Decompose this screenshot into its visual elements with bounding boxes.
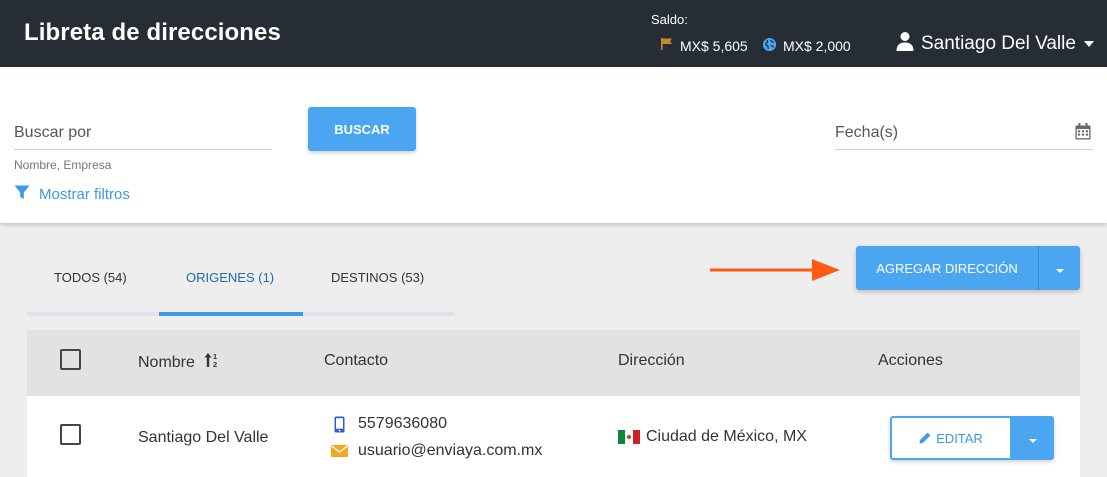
top-navbar: Libreta de direcciones Saldo: MX$ 5,605 … bbox=[0, 0, 1107, 67]
table-header: Nombre 12 Contacto Dirección Acciones bbox=[27, 330, 1080, 396]
edit-label: EDITAR bbox=[936, 430, 983, 446]
arrow-annotation-icon bbox=[710, 258, 840, 287]
contact-phone: 5579636080 bbox=[330, 415, 447, 433]
date-input[interactable] bbox=[835, 124, 1065, 142]
table-row: Santiago Del Valle 5579636080 usuario@en… bbox=[27, 396, 1080, 477]
address-text: Ciudad de México, MX bbox=[646, 428, 807, 445]
search-panel: Nombre, Empresa Mostrar filtros BUSCAR bbox=[0, 67, 1107, 223]
balance-intl-amount: MX$ 2,000 bbox=[783, 38, 851, 54]
edit-button-group: EDITAR bbox=[890, 416, 1054, 460]
column-label: Nombre bbox=[138, 353, 195, 371]
chevron-down-icon bbox=[1083, 41, 1094, 47]
tab-destinos[interactable]: DESTINOS (53) bbox=[331, 270, 424, 285]
pencil-icon bbox=[919, 432, 931, 444]
balance-local: MX$ 5,605 bbox=[660, 37, 748, 54]
mobile-phone-icon bbox=[330, 416, 348, 433]
add-address-button[interactable]: AGREGAR DIRECCIÓN bbox=[856, 246, 1038, 290]
tab-todos[interactable]: TODOS (54) bbox=[54, 270, 127, 285]
balance-local-amount: MX$ 5,605 bbox=[680, 37, 748, 54]
flag-icon bbox=[660, 37, 674, 54]
user-name: Santiago Del Valle bbox=[921, 33, 1076, 54]
filter-icon bbox=[14, 185, 30, 204]
phone-number: 5579636080 bbox=[358, 415, 447, 432]
balance-international: MX$ 2,000 bbox=[762, 37, 851, 55]
contact-email: usuario@enviaya.com.mx bbox=[330, 442, 542, 460]
show-filters-link[interactable]: Mostrar filtros bbox=[14, 185, 130, 204]
contact-address: Ciudad de México, MX bbox=[618, 428, 807, 446]
add-address-dropdown-toggle[interactable] bbox=[1038, 246, 1080, 290]
edit-dropdown-toggle[interactable] bbox=[1012, 416, 1054, 460]
search-input[interactable] bbox=[14, 116, 272, 150]
column-header-direccion: Dirección bbox=[618, 352, 685, 369]
contact-name: Santiago Del Valle bbox=[138, 429, 269, 446]
page-title: Libreta de direcciones bbox=[24, 19, 281, 46]
column-header-contacto: Contacto bbox=[324, 352, 389, 369]
add-address-button-group: AGREGAR DIRECCIÓN bbox=[856, 246, 1080, 290]
active-tab-indicator bbox=[159, 312, 303, 316]
row-checkbox[interactable] bbox=[60, 424, 81, 445]
search-button[interactable]: BUSCAR bbox=[308, 107, 416, 151]
svg-text:2: 2 bbox=[213, 360, 217, 368]
user-menu[interactable]: Santiago Del Valle bbox=[896, 31, 1094, 57]
user-icon bbox=[896, 31, 914, 57]
column-header-nombre[interactable]: Nombre 12 bbox=[138, 352, 222, 373]
envelope-icon bbox=[330, 445, 348, 457]
calendar-icon[interactable] bbox=[1075, 123, 1091, 145]
search-hint: Nombre, Empresa bbox=[14, 158, 112, 172]
date-field[interactable] bbox=[835, 117, 1093, 150]
sort-icon[interactable]: 12 bbox=[204, 352, 222, 373]
globe-icon bbox=[762, 37, 777, 55]
edit-button[interactable]: EDITAR bbox=[890, 416, 1012, 460]
show-filters-label: Mostrar filtros bbox=[39, 186, 130, 203]
address-tabs: TODOS (54) ORIGENES (1) DESTINOS (53) bbox=[27, 246, 455, 316]
email-address: usuario@enviaya.com.mx bbox=[358, 442, 543, 459]
chevron-down-icon bbox=[1055, 268, 1064, 273]
chevron-down-icon bbox=[1029, 438, 1037, 443]
balance-label: Saldo: bbox=[651, 12, 688, 27]
tab-origenes[interactable]: ORIGENES (1) bbox=[186, 270, 274, 285]
column-header-acciones: Acciones bbox=[878, 352, 943, 369]
mexico-flag-icon bbox=[618, 430, 640, 444]
select-all-checkbox[interactable] bbox=[60, 349, 81, 370]
